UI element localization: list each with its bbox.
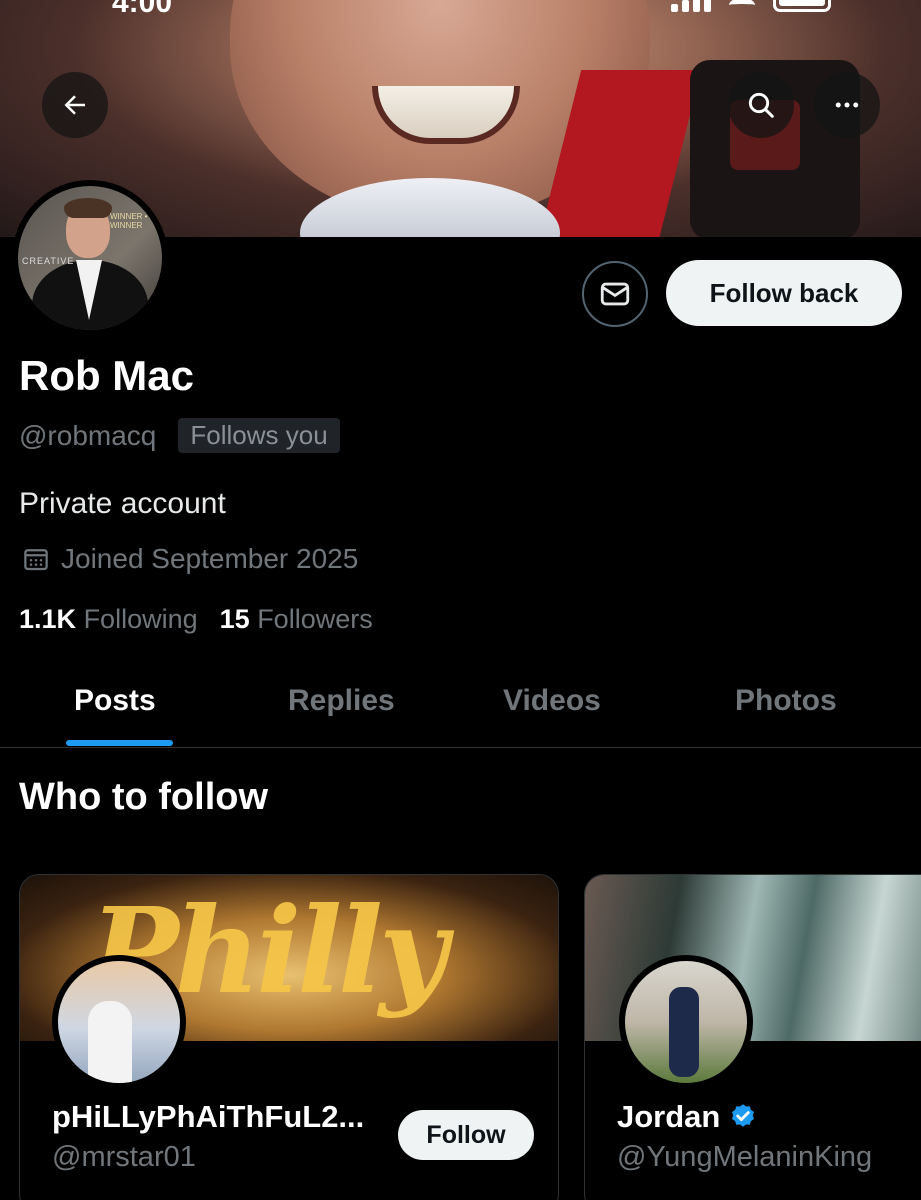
followers-label: Followers <box>257 604 373 634</box>
card-name-row: Jordan <box>617 1099 758 1135</box>
who-to-follow-title: Who to follow <box>19 776 269 818</box>
avatar-photo: CREATIVE WINNER • WINNER <box>18 186 162 330</box>
followers-link[interactable]: 15 Followers <box>220 604 373 635</box>
following-count: 1.1K <box>19 604 77 634</box>
avatar-hair <box>64 198 112 218</box>
joined-date: Joined September 2025 <box>21 543 358 575</box>
tab-videos[interactable]: Videos <box>503 684 601 718</box>
following-label: Following <box>83 604 198 634</box>
profile-handle: @robmacq <box>19 419 157 451</box>
search-button[interactable] <box>728 72 794 138</box>
card-handle: @YungMelaninKing <box>617 1141 873 1173</box>
calendar-icon <box>24 549 48 571</box>
more-button[interactable] <box>814 72 880 138</box>
follow-button[interactable]: Follow <box>398 1110 534 1160</box>
card-avatar-photo <box>58 961 180 1083</box>
profile-bio: Private account <box>19 487 226 520</box>
following-link[interactable]: 1.1K Following <box>19 604 198 635</box>
followers-count: 15 <box>219 604 250 634</box>
profile-name: Rob Mac <box>19 352 195 399</box>
follow-counts: 1.1K Following 15 Followers <box>19 604 373 635</box>
card-name: pHiLLyPhAiThFuL2... <box>52 1099 365 1134</box>
verified-badge-icon <box>732 1104 755 1127</box>
battery-icon <box>773 0 831 12</box>
card-avatar[interactable] <box>619 955 753 1089</box>
suggestion-card[interactable]: Jordan @YungMelaninKing <box>584 874 921 1200</box>
avatar-backdrop-badge: WINNER • WINNER <box>110 212 148 230</box>
avatar-backdrop-text: CREATIVE <box>22 256 75 266</box>
card-avatar[interactable] <box>52 955 186 1089</box>
wifi-icon <box>729 0 755 12</box>
envelope-icon <box>600 282 630 306</box>
card-handle: @mrstar01 <box>52 1141 196 1173</box>
card-name: Jordan <box>617 1099 721 1134</box>
profile-avatar[interactable]: CREATIVE WINNER • WINNER <box>12 180 168 336</box>
ellipsis-icon <box>835 102 859 108</box>
card-avatar-photo <box>625 961 747 1083</box>
suggestion-card[interactable]: Philly pHiLLyPhAiThFuL2... @mrstar01 Fol… <box>19 874 559 1200</box>
signal-icon <box>671 0 711 12</box>
search-icon <box>748 92 774 118</box>
tab-replies[interactable]: Replies <box>288 684 395 718</box>
profile-tabs: Posts Replies Videos Photos <box>0 670 921 748</box>
handle-row: @robmacq Follows you <box>19 418 340 453</box>
arrow-left-icon <box>64 95 85 115</box>
active-tab-indicator <box>66 740 173 746</box>
joined-text: Joined September 2025 <box>61 543 359 574</box>
tab-posts[interactable]: Posts <box>74 684 156 718</box>
message-button[interactable] <box>582 261 648 327</box>
status-time: 4:00 <box>112 0 173 19</box>
follow-back-button[interactable]: Follow back <box>666 260 902 326</box>
tab-photos[interactable]: Photos <box>735 684 837 718</box>
status-icons <box>671 0 831 12</box>
follows-you-badge: Follows you <box>178 418 340 453</box>
back-button[interactable] <box>42 72 108 138</box>
